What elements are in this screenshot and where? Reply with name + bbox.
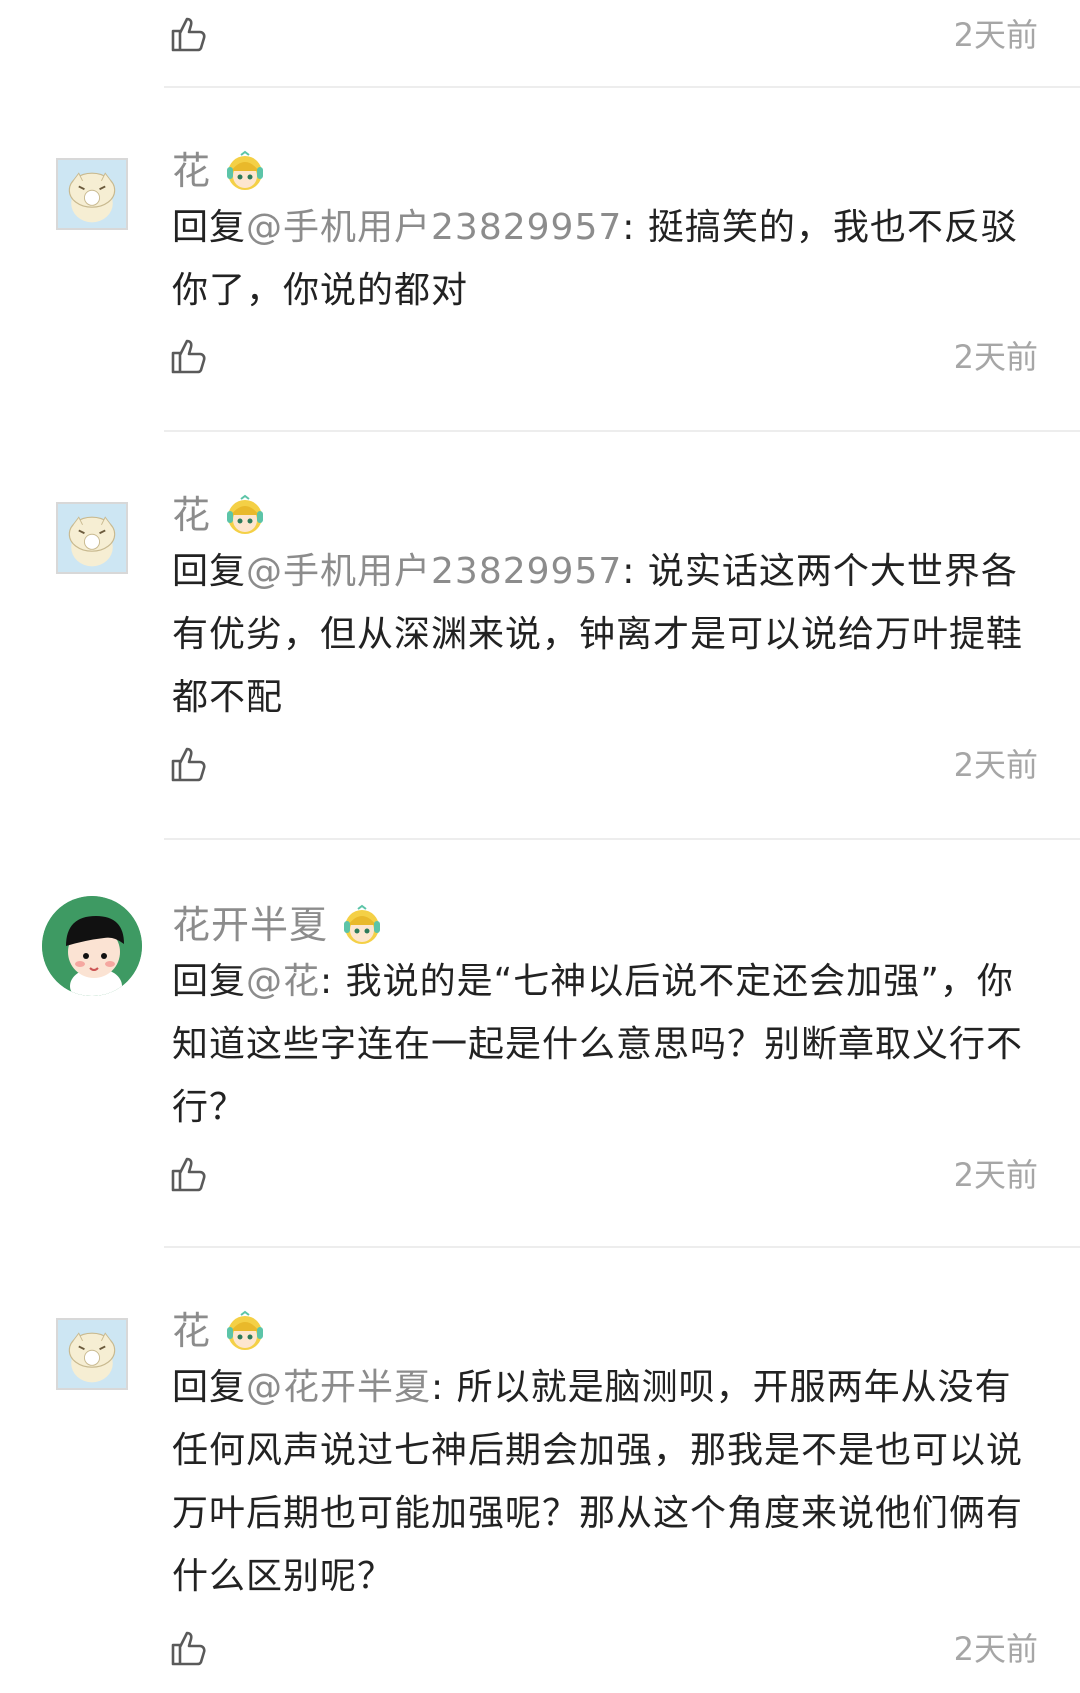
reply-prefix: 回复 xyxy=(172,207,247,248)
reply-prefix: 回复 xyxy=(172,551,247,592)
username-row: 花开半夏 xyxy=(172,900,384,950)
thumbs-up-icon[interactable] xyxy=(168,1154,208,1194)
username[interactable]: 花 xyxy=(172,1306,211,1356)
like-row: 2天前 xyxy=(168,1624,1038,1674)
thumbs-up-icon[interactable] xyxy=(168,744,208,784)
reply-prefix: 回复 xyxy=(172,961,247,1002)
username[interactable]: 花 xyxy=(172,490,211,540)
timestamp: 2天前 xyxy=(953,338,1038,376)
colon: : xyxy=(320,961,346,1002)
like-row: 2天前 xyxy=(168,10,1038,60)
anime-girl-badge-icon xyxy=(223,1309,267,1353)
previous-comment-footer: 2天前 xyxy=(0,0,1080,100)
cat-avatar-icon[interactable] xyxy=(56,158,128,230)
reply-prefix: 回复 xyxy=(172,1367,247,1408)
timestamp: 2天前 xyxy=(953,1156,1038,1194)
username-row: 花 xyxy=(172,146,267,196)
thumbs-up-icon[interactable] xyxy=(168,14,208,54)
timestamp: 2天前 xyxy=(953,16,1038,54)
cartoon-girl-avatar-icon[interactable] xyxy=(42,896,142,996)
thumbs-up-icon[interactable] xyxy=(168,336,208,376)
anime-girl-badge-icon xyxy=(223,493,267,537)
comment-item: 花 回复@花开半夏: 所以就是脑测呗，开服两年从没有任何风声说过七神后期会加强，… xyxy=(0,1248,1080,1693)
username[interactable]: 花开半夏 xyxy=(172,900,328,950)
colon: : xyxy=(622,551,648,592)
mention-link[interactable]: @手机用户23829957 xyxy=(246,207,622,248)
cat-avatar-icon[interactable] xyxy=(56,502,128,574)
comment-content: 回复@花开半夏: 所以就是脑测呗，开服两年从没有任何风声说过七神后期会加强，那我… xyxy=(172,1356,1042,1608)
timestamp: 2天前 xyxy=(953,1630,1038,1668)
username[interactable]: 花 xyxy=(172,146,211,196)
timestamp: 2天前 xyxy=(953,746,1038,784)
username-row: 花 xyxy=(172,1306,267,1356)
like-row: 2天前 xyxy=(168,1150,1038,1200)
comment-item: 花开半夏 回复@花: 我说的是“七神以后说不定还会加强”，你知道这些字连在一起是… xyxy=(0,840,1080,1250)
like-row: 2天前 xyxy=(168,740,1038,790)
cat-avatar-icon[interactable] xyxy=(56,1318,128,1390)
thumbs-up-icon[interactable] xyxy=(168,1628,208,1668)
anime-girl-badge-icon xyxy=(223,149,267,193)
comment-item: 花 回复@手机用户23829957: 挺搞笑的，我也不反驳你了，你说的都对 2天… xyxy=(0,88,1080,432)
comment-thread: 2天前 花 回复@手机用户23829957: 挺搞笑的，我也不反驳你了，你说的都… xyxy=(0,0,1080,1693)
comment-item: 花 回复@手机用户23829957: 说实话这两个大世界各有优劣，但从深渊来说，… xyxy=(0,432,1080,840)
anime-girl-badge-icon xyxy=(340,903,384,947)
comment-content: 回复@手机用户23829957: 挺搞笑的，我也不反驳你了，你说的都对 xyxy=(172,196,1042,322)
mention-link[interactable]: @手机用户23829957 xyxy=(246,551,622,592)
colon: : xyxy=(622,207,648,248)
mention-link[interactable]: @花 xyxy=(246,961,320,1002)
like-row: 2天前 xyxy=(168,332,1038,382)
comment-content: 回复@花: 我说的是“七神以后说不定还会加强”，你知道这些字连在一起是什么意思吗… xyxy=(172,950,1042,1139)
comment-content: 回复@手机用户23829957: 说实话这两个大世界各有优劣，但从深渊来说，钟离… xyxy=(172,540,1042,729)
username-row: 花 xyxy=(172,490,267,540)
colon: : xyxy=(431,1367,457,1408)
mention-link[interactable]: @花开半夏 xyxy=(246,1367,431,1408)
